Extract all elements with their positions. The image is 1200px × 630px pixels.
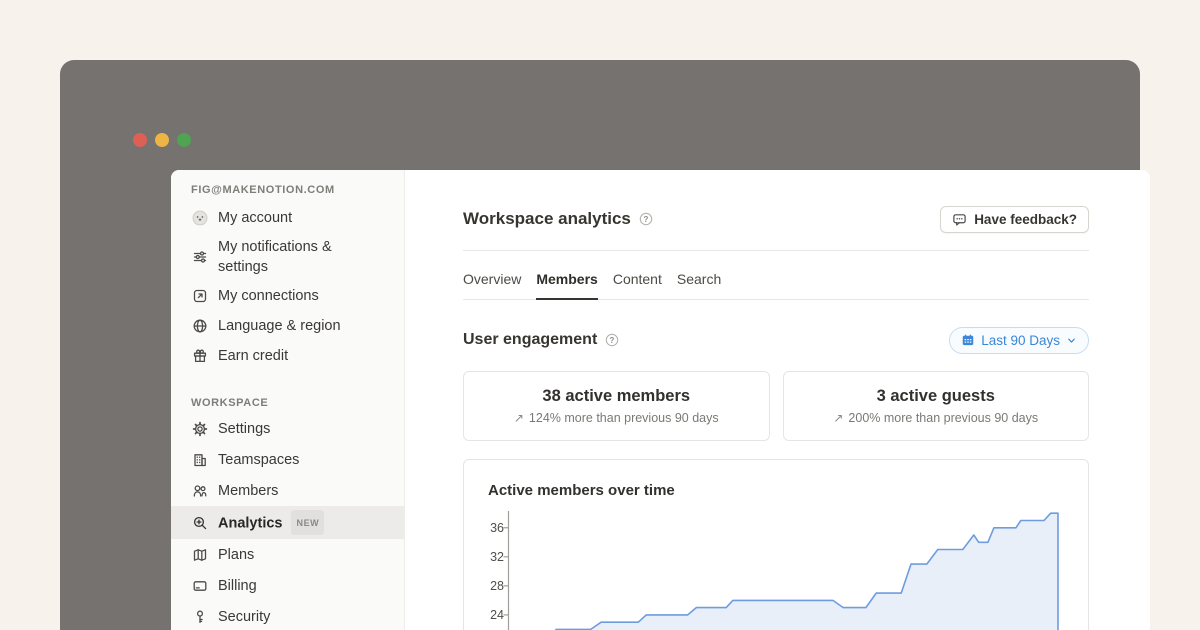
sidebar-item-settings[interactable]: Settings — [171, 413, 404, 444]
gear-icon — [191, 420, 209, 438]
chart-title: Active members over time — [488, 482, 1064, 499]
sidebar-item-label: Plans — [218, 541, 254, 569]
magnifier-plus-icon — [191, 514, 209, 532]
chart-plot: 363228242016 — [488, 509, 1064, 630]
question-circle-icon[interactable]: ? — [605, 333, 619, 347]
sidebar-item-earn-credit[interactable]: Earn credit — [171, 341, 404, 371]
credit-card-icon — [191, 577, 209, 595]
sidebar-item-label: Language & region — [218, 312, 341, 340]
sidebar-item-label: Security — [218, 603, 270, 630]
area-chart-svg — [488, 509, 1065, 630]
sidebar-item-plans[interactable]: Plans — [171, 539, 404, 570]
tab-search[interactable]: Search — [677, 251, 721, 299]
sidebar-item-analytics[interactable]: AnalyticsNEW — [171, 506, 404, 539]
settings-sidebar: FIG@MAKENOTION.COM My account My notific… — [171, 170, 405, 630]
tab-overview[interactable]: Overview — [463, 251, 521, 299]
page-title: Workspace analytics ? — [463, 209, 653, 229]
external-link-icon — [191, 287, 209, 305]
svg-text:?: ? — [610, 336, 615, 345]
y-axis-label: 24 — [488, 607, 504, 623]
map-icon — [191, 546, 209, 564]
sidebar-item-security[interactable]: Security — [171, 601, 404, 630]
analytics-main: Workspace analytics ? Have feedback? Ove… — [405, 170, 1150, 630]
sidebar-item-teamspaces[interactable]: Teamspaces — [171, 444, 404, 475]
workspace-section-label: WORKSPACE — [171, 397, 404, 409]
date-range-filter[interactable]: Last 90 Days — [949, 327, 1089, 354]
sidebar-item-members[interactable]: Members — [171, 475, 404, 506]
active-guests-stat-card: 3 active guests ↗ 200% more than previou… — [783, 371, 1090, 441]
stat-headline: 3 active guests — [877, 387, 995, 406]
stat-delta: ↗ 124% more than previous 90 days — [514, 411, 719, 425]
building-icon — [191, 451, 209, 469]
active-members-chart-card: Active members over time 363228242016 — [463, 459, 1089, 630]
new-badge: NEW — [291, 510, 324, 535]
tab-content[interactable]: Content — [613, 251, 662, 299]
sidebar-item-label: Settings — [218, 415, 270, 443]
feedback-bubble-icon — [952, 212, 967, 227]
sidebar-item-label: My connections — [218, 282, 319, 310]
sidebar-item-my-account[interactable]: My account — [171, 203, 404, 233]
zoom-window-button[interactable] — [177, 133, 191, 147]
y-axis-label: 32 — [488, 549, 504, 565]
question-circle-icon[interactable]: ? — [639, 212, 653, 226]
gift-icon — [191, 347, 209, 365]
stat-headline: 38 active members — [542, 387, 690, 406]
people-icon — [191, 482, 209, 500]
active-members-stat-card: 38 active members ↗ 124% more than previ… — [463, 371, 770, 441]
avatar-icon — [191, 209, 209, 227]
app-window: FIG@MAKENOTION.COM My account My notific… — [60, 60, 1140, 630]
sidebar-item-notifications-settings[interactable]: My notifications & settings — [171, 233, 404, 281]
sidebar-item-label: Earn credit — [218, 342, 288, 370]
globe-icon — [191, 317, 209, 335]
sidebar-item-label: Billing — [218, 572, 257, 600]
sidebar-item-my-connections[interactable]: My connections — [171, 281, 404, 311]
stat-delta: ↗ 200% more than previous 90 days — [833, 411, 1038, 425]
calendar-icon — [961, 333, 975, 347]
sliders-icon — [191, 248, 209, 266]
close-window-button[interactable] — [133, 133, 147, 147]
sidebar-item-label: AnalyticsNEW — [218, 506, 324, 539]
sidebar-item-label: My notifications & settings — [218, 233, 384, 281]
trend-up-icon: ↗ — [514, 411, 524, 425]
sidebar-item-label: Teamspaces — [218, 446, 299, 474]
account-email: FIG@MAKENOTION.COM — [171, 184, 404, 196]
y-axis-label: 28 — [488, 578, 504, 594]
sidebar-item-label: Members — [218, 477, 278, 505]
chevron-down-icon — [1066, 335, 1077, 346]
y-axis-label: 36 — [488, 520, 504, 536]
sidebar-item-billing[interactable]: Billing — [171, 570, 404, 601]
settings-panel: FIG@MAKENOTION.COM My account My notific… — [171, 170, 1150, 630]
minimize-window-button[interactable] — [155, 133, 169, 147]
sidebar-item-language-region[interactable]: Language & region — [171, 311, 404, 341]
analytics-tabs: Overview Members Content Search — [463, 251, 1089, 300]
svg-text:?: ? — [643, 215, 648, 224]
user-engagement-title: User engagement ? — [463, 331, 619, 349]
tab-members[interactable]: Members — [536, 251, 597, 299]
trend-up-icon: ↗ — [833, 411, 843, 425]
have-feedback-button[interactable]: Have feedback? — [940, 206, 1089, 233]
sidebar-item-label: My account — [218, 204, 292, 232]
key-icon — [191, 608, 209, 626]
